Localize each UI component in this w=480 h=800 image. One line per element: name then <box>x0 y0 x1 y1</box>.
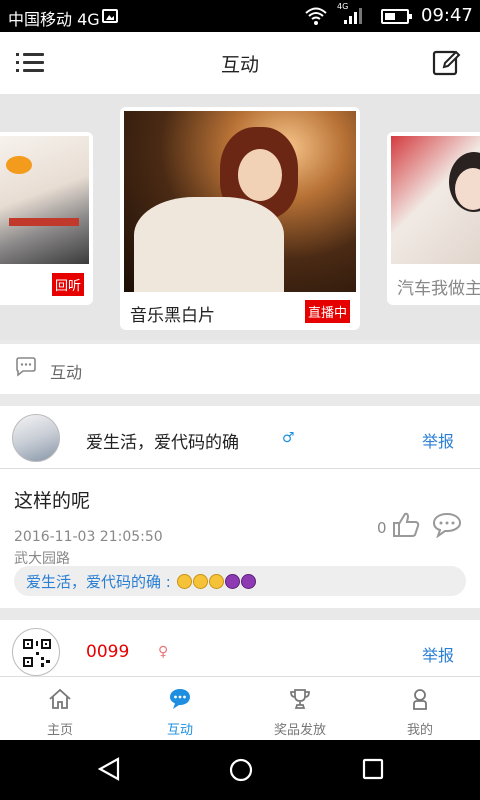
station-logo <box>6 156 32 174</box>
clock: 09:47 <box>421 5 473 26</box>
live-tag: 直播中 <box>304 299 352 324</box>
recent-apps-icon[interactable] <box>361 757 385 781</box>
program-thumbnail <box>0 136 89 264</box>
edit-icon[interactable] <box>432 48 462 78</box>
post-username[interactable]: 爱生活，爱代码的确 <box>86 428 239 453</box>
post-card: 0099 ♀ 举报 <box>0 620 480 676</box>
tab-label: 互动 <box>166 723 193 738</box>
emoji-icon <box>224 574 240 589</box>
tab-label: 奖品发放 <box>273 723 326 738</box>
gender-icon: ♀ <box>158 644 169 660</box>
home-button-icon[interactable] <box>228 757 254 783</box>
bottom-tab-bar: 主页 互动 奖品发放 我的 <box>0 676 480 740</box>
program-title: 汽车我做主 <box>397 279 480 299</box>
system-nav-bar <box>0 740 480 800</box>
emoji-icon <box>176 574 192 589</box>
reply-text: 爱生活，爱代码的确 : <box>26 571 256 592</box>
emoji-icon <box>240 574 256 589</box>
report-button[interactable]: 举报 <box>422 428 454 452</box>
divider <box>0 468 480 469</box>
page-title: 互动 <box>220 54 259 76</box>
thumbs-up-icon[interactable] <box>391 510 421 540</box>
tab-label: 我的 <box>406 723 433 738</box>
home-icon <box>49 688 71 709</box>
reply-author: 爱生活，爱代码的确 : <box>26 573 171 591</box>
avatar[interactable] <box>12 414 60 462</box>
back-icon[interactable] <box>96 756 122 782</box>
avatar[interactable] <box>12 628 60 676</box>
program-title: 音乐黑白片 <box>130 306 215 326</box>
post-time: 2016-11-03 21:05:50 <box>14 529 163 545</box>
qr-code-icon <box>23 639 51 667</box>
emoji-icon <box>192 574 208 589</box>
signal-icon <box>344 8 366 24</box>
tab-prizes[interactable]: 奖品发放 <box>240 677 360 741</box>
report-button[interactable]: 举报 <box>422 642 454 666</box>
like-count: 0 <box>377 519 387 537</box>
tab-interaction[interactable]: 互动 <box>120 677 240 741</box>
carrier-label: 中国移动 4G <box>8 10 100 29</box>
program-carousel[interactable]: 回听 音乐黑白片 直播中 汽车我做主 <box>0 94 480 340</box>
comment-icon[interactable] <box>432 512 462 538</box>
user-icon <box>413 689 427 710</box>
trophy-icon <box>290 689 310 709</box>
post-card: 爱生活，爱代码的确 ♂ 举报 这样的呢 2016-11-03 21:05:50 … <box>0 406 480 608</box>
chat-icon <box>16 357 36 377</box>
wifi-icon <box>304 6 328 31</box>
tab-home[interactable]: 主页 <box>0 677 120 741</box>
post-content: 这样的呢 <box>14 490 91 512</box>
post-username[interactable]: 0099 <box>86 642 129 662</box>
post-location: 武大园路 <box>14 551 70 567</box>
status-bar: 中国移动 4G 4G 09:47 <box>0 0 480 32</box>
program-thumbnail <box>391 136 480 264</box>
gender-icon: ♂ <box>282 430 295 446</box>
section-header: 互动 <box>0 344 480 394</box>
section-title: 互动 <box>50 363 83 382</box>
program-card-replay[interactable]: 回听 <box>0 132 93 305</box>
app-header: 互动 <box>0 32 480 94</box>
battery-icon <box>381 9 412 24</box>
tab-me[interactable]: 我的 <box>360 677 480 741</box>
program-thumbnail <box>124 111 356 292</box>
image-notification-icon <box>102 9 118 23</box>
emoji-icon <box>208 574 224 589</box>
replay-tag: 回听 <box>51 272 86 297</box>
tab-label: 主页 <box>46 723 73 738</box>
program-card-live[interactable]: 音乐黑白片 直播中 <box>120 107 360 330</box>
program-card-next[interactable]: 汽车我做主 <box>387 132 480 305</box>
reply-bubble[interactable]: 爱生活，爱代码的确 : <box>14 566 466 596</box>
chat-bubble-icon <box>170 689 190 709</box>
